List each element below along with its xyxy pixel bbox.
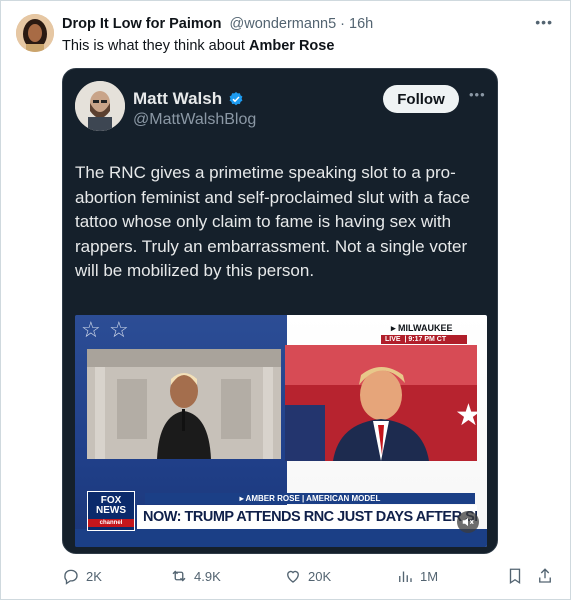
- tweet-caption: This is what they think about Amber Rose: [62, 38, 334, 54]
- quoted-author-name[interactable]: Matt Walsh: [133, 89, 222, 109]
- author-avatar[interactable]: [16, 14, 54, 52]
- quoted-author-avatar[interactable]: [75, 81, 125, 131]
- like-icon: [287, 570, 299, 583]
- header-separator: ·: [336, 16, 350, 32]
- lower-third-name-text: AMBER ROSE | AMERICAN MODEL: [245, 494, 381, 503]
- star-icon: ☆: [109, 317, 129, 342]
- logo-line2: NEWS: [96, 505, 126, 516]
- tweet-time[interactable]: 16h: [349, 16, 373, 32]
- live-label: LIVE: [385, 336, 401, 343]
- logo-line3: channel: [88, 519, 134, 527]
- svg-text:★: ★: [455, 398, 477, 433]
- repost-count: 4.9K: [194, 568, 221, 584]
- views-icon: [399, 571, 412, 582]
- follow-button[interactable]: Follow: [383, 85, 459, 113]
- repost-button[interactable]: 4.9K: [170, 567, 221, 585]
- quoted-tweet-text: The RNC gives a primetime speaking slot …: [75, 163, 470, 280]
- caption-text: This is what they think about: [62, 38, 249, 54]
- fox-news-logo: FOX NEWS channel: [87, 491, 135, 531]
- caption-bold: Amber Rose: [249, 38, 335, 54]
- news-lower-third: ▸ AMBER ROSE | AMERICAN MODEL NOW: TRUMP…: [75, 485, 487, 547]
- quoted-more-icon[interactable]: •••: [469, 87, 486, 102]
- star-icon: ☆: [81, 317, 101, 342]
- views-button[interactable]: 1M: [396, 567, 438, 585]
- live-time: 9:17 PM CT: [408, 336, 447, 343]
- reply-button[interactable]: 2K: [62, 567, 102, 585]
- lower-third-name: ▸ AMBER ROSE | AMERICAN MODEL: [145, 493, 475, 504]
- author-name[interactable]: Drop It Low for Paimon: [62, 16, 222, 32]
- lower-third-band: [75, 529, 487, 547]
- like-button[interactable]: 20K: [284, 567, 331, 585]
- news-headline: NOW: TRUMP ATTENDS RNC JUST DAYS AFTER S…: [137, 505, 477, 529]
- verified-badge-icon: [229, 92, 243, 106]
- author-handle[interactable]: @wondermann5: [230, 16, 337, 32]
- location-label: ▸ MILWAUKEE: [391, 323, 453, 333]
- video-player[interactable]: ☆ ☆ ★: [75, 315, 487, 547]
- tweet-actions: 2K 4.9K 20K 1M: [62, 567, 558, 587]
- reply-icon: [64, 569, 78, 585]
- live-badge: LIVE | 9:17 PM CT: [381, 335, 467, 344]
- bookmark-button[interactable]: [506, 567, 524, 585]
- more-icon[interactable]: •••: [535, 14, 553, 30]
- views-count: 1M: [420, 568, 439, 584]
- reply-count: 2K: [86, 568, 102, 584]
- mute-icon[interactable]: [457, 511, 479, 533]
- repost-icon: [172, 570, 186, 582]
- quoted-author-name-row: Matt Walsh: [133, 89, 244, 109]
- share-icon: [539, 568, 551, 583]
- quoted-author-handle[interactable]: @MattWalshBlog: [133, 111, 256, 129]
- like-count: 20K: [308, 568, 332, 584]
- location-text: MILWAUKEE: [398, 323, 453, 333]
- speaker-shot: [87, 349, 281, 459]
- audience-shot: ★: [285, 345, 477, 461]
- quoted-tweet[interactable]: Matt Walsh @MattWalshBlog Follow ••• The…: [62, 68, 498, 554]
- share-button[interactable]: [536, 567, 554, 585]
- tweet-header: Drop It Low for Paimon @wondermann5 · 16…: [62, 16, 373, 32]
- bookmark-icon: [509, 568, 521, 585]
